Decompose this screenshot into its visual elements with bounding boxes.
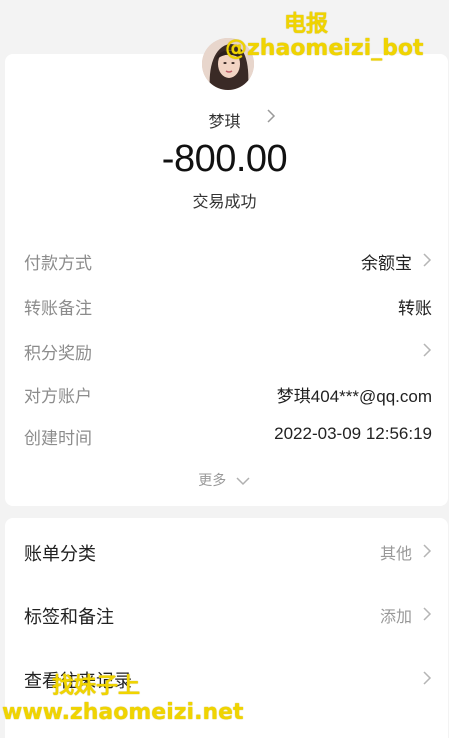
watermark-text: 电报 — [284, 12, 329, 37]
more-label: 更多 — [198, 473, 227, 489]
chevron-right-icon — [423, 607, 432, 621]
detail-value: 余额宝 — [361, 254, 412, 273]
action-row-bill-category[interactable]: 账单分类 其他 — [24, 540, 432, 565]
chevron-down-icon — [236, 477, 250, 486]
payee-name-row[interactable]: 梦琪 — [0, 108, 449, 132]
action-label: 账单分类 — [24, 544, 96, 565]
detail-value: 2022-03-09 12:56:19 — [274, 424, 432, 443]
detail-row-remark: 转账备注 转账 — [24, 294, 432, 319]
watermark-text: @zhaomeizi_bot — [225, 36, 424, 61]
transaction-status: 交易成功 — [192, 192, 257, 211]
payee-name: 梦琪 — [208, 112, 241, 131]
amount: -800.00 — [161, 138, 288, 180]
detail-label: 对方账户 — [24, 387, 92, 407]
detail-value: 梦琪404***@qq.com — [276, 387, 432, 406]
chevron-right-icon — [423, 253, 432, 267]
chevron-right-icon — [423, 343, 432, 357]
chevron-right-icon — [423, 671, 432, 685]
detail-value: 转账 — [398, 299, 432, 318]
detail-row-created-time: 创建时间 2022-03-09 12:56:19 — [24, 424, 432, 449]
chevron-right-icon — [267, 109, 276, 123]
action-label: 标签和备注 — [24, 607, 114, 628]
watermark-text: www.zhaomeizi.net — [2, 700, 244, 725]
detail-label: 创建时间 — [24, 429, 92, 449]
detail-row-account: 对方账户 梦琪404***@qq.com — [24, 382, 432, 407]
detail-label: 转账备注 — [24, 299, 92, 319]
detail-label: 付款方式 — [24, 254, 92, 274]
detail-label: 积分奖励 — [24, 344, 92, 364]
chevron-right-icon — [423, 544, 432, 558]
action-row-tags-notes[interactable]: 标签和备注 添加 — [24, 603, 432, 628]
detail-row-payment-method[interactable]: 付款方式 余额宝 — [24, 249, 432, 274]
watermark-text: 找妹子上 — [52, 674, 141, 699]
action-value: 添加 — [379, 609, 412, 626]
detail-row-points[interactable]: 积分奖励 — [24, 339, 432, 364]
action-value: 其他 — [379, 546, 412, 563]
more-button[interactable]: 更多 — [0, 470, 449, 490]
